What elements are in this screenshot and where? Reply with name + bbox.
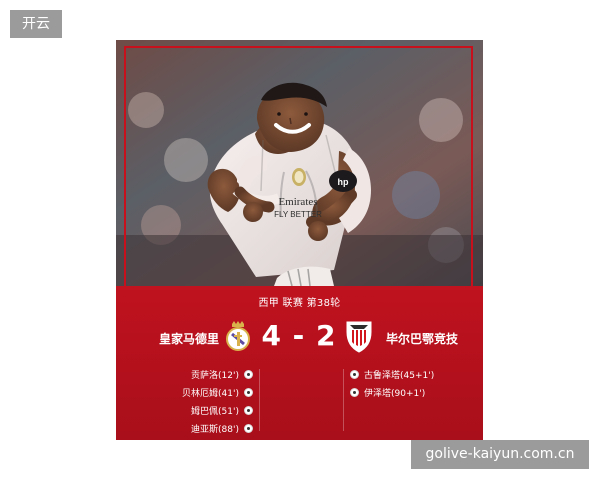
real-madrid-crest-icon <box>226 321 250 351</box>
svg-text:Emirates: Emirates <box>278 196 317 208</box>
athletic-club-crest-icon <box>346 321 372 353</box>
soccer-ball-icon <box>350 387 359 397</box>
home-team-name: 皇家马德里 <box>158 332 219 346</box>
page: 开云 hp Emirates FLY BETTER 西甲 联赛 第38轮 皇家马… <box>0 0 600 480</box>
match-result-panel: 西甲 联赛 第38轮 皇家马德里 4 - 2 毕尔巴鄂竞技 贡萨洛(12') 贝… <box>116 286 483 440</box>
player-photo: hp Emirates FLY BETTER <box>116 40 483 286</box>
home-scorers-list: 贡萨洛(12') 贝林厄姆(41') 姆巴佩(51') 迪亚斯(88') <box>141 365 253 437</box>
home-scorer-row: 贡萨洛(12') <box>141 365 253 383</box>
away-scorer-row: 伊泽塔(90+1') <box>350 383 465 401</box>
away-scorer-2: 伊泽塔(90+1') <box>364 388 426 399</box>
home-scorers-divider <box>259 369 260 431</box>
away-scorers-list: 古鲁泽塔(45+1') 伊泽塔(90+1') <box>350 365 465 401</box>
soccer-ball-icon <box>244 369 253 379</box>
svg-text:FLY BETTER: FLY BETTER <box>274 210 322 219</box>
svg-text:hp: hp <box>338 177 349 187</box>
home-scorer-row: 迪亚斯(88') <box>141 419 253 437</box>
soccer-ball-icon <box>244 405 253 415</box>
match-poster: hp Emirates FLY BETTER 西甲 联赛 第38轮 皇家马德里 … <box>116 40 483 440</box>
soccer-ball-icon <box>244 387 253 397</box>
home-scorer-row: 贝林厄姆(41') <box>141 383 253 401</box>
home-scorer-3: 姆巴佩(51') <box>191 406 239 417</box>
competition-label: 西甲 联赛 第38轮 <box>258 298 341 309</box>
soccer-ball-icon <box>350 369 359 379</box>
brand-badge: 开云 <box>10 10 62 38</box>
away-scorer-row: 古鲁泽塔(45+1') <box>350 365 465 383</box>
home-scorer-4: 迪亚斯(88') <box>191 424 239 435</box>
away-scorers-divider <box>343 369 344 431</box>
soccer-ball-icon <box>244 423 253 433</box>
source-url-badge: golive-kaiyun.com.cn <box>411 440 589 469</box>
home-scorer-2: 贝林厄姆(41') <box>182 388 239 399</box>
home-scorer-row: 姆巴佩(51') <box>141 401 253 419</box>
away-scorer-1: 古鲁泽塔(45+1') <box>364 370 435 381</box>
final-score: 4 - 2 <box>261 319 337 352</box>
home-scorer-1: 贡萨洛(12') <box>191 370 239 381</box>
away-team-name: 毕尔巴鄂竞技 <box>386 332 459 346</box>
player-celebration-image: hp Emirates FLY BETTER <box>116 40 483 286</box>
